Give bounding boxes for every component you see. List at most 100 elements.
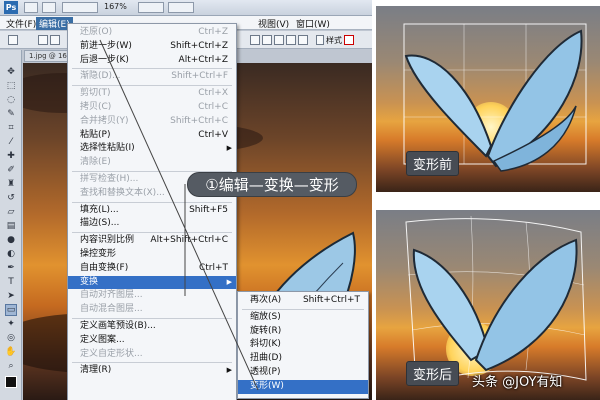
foreground-color-icon[interactable] [5, 376, 17, 388]
eyedropper-tool-icon[interactable]: ⁄ [5, 136, 17, 148]
edit-menu-item[interactable]: 后退一步(K) Alt+Ctrl+Z [68, 54, 236, 68]
edit-menu-item[interactable]: 粘贴(P) Ctrl+V [68, 129, 236, 143]
new-selection-icon[interactable] [38, 35, 48, 45]
menu-item-label: 拼写检查(H)... [80, 174, 139, 184]
zoom-level[interactable]: 167% [104, 2, 127, 11]
ps-logo: Ps [4, 1, 18, 14]
type-tool-icon[interactable]: T [5, 276, 17, 288]
menu-view[interactable]: 视图(V) [258, 17, 289, 30]
edit-menu-item[interactable]: 选择性粘贴(I) ▶ [68, 142, 236, 156]
edit-menu-item[interactable]: 拷贝(C) Ctrl+C [68, 101, 236, 115]
transform-submenu-item[interactable]: 变形(W) [238, 379, 368, 394]
healing-tool-icon[interactable]: ✚ [5, 150, 17, 162]
edit-menu-item[interactable]: 合并拷贝(Y) Shift+Ctrl+C [68, 115, 236, 129]
before-label: 变形前 [406, 151, 460, 176]
edit-menu: 还原(O) Ctrl+Z 前进一步(W) Shift+Ctrl+Z 后退一步(K) Alt… [67, 23, 237, 400]
3d-camera-tool-icon[interactable]: ◎ [5, 332, 17, 344]
edit-menu-item[interactable]: 内容识别比例 Alt+Shift+Ctrl+C [68, 234, 236, 248]
photoshop-window: Ps 167% 文件(F) 编辑(E) 视图(V) 窗口(W) 样式 ✥ ⬚ ◌… [0, 0, 372, 400]
eraser-tool-icon[interactable]: ▱ [5, 206, 17, 218]
menu-item-label: 填充(L)... [80, 204, 119, 215]
edit-menu-item[interactable]: 剪切(T) Ctrl+X [68, 87, 236, 101]
brush-tool-icon[interactable]: ✐ [5, 164, 17, 176]
edit-menu-item[interactable]: 自由变换(F) Ctrl+T [68, 262, 236, 276]
menu-item-label: 描边(S)... [80, 218, 120, 229]
blur-tool-icon[interactable]: ● [5, 234, 17, 246]
add-selection-icon[interactable] [50, 35, 60, 45]
menu-item-label: 还原(O) [80, 27, 113, 37]
view-extras-dropdown[interactable] [62, 2, 98, 13]
edit-menu-item[interactable]: 定义自定形状... [68, 348, 236, 362]
align-left-icon[interactable] [250, 35, 260, 45]
history-brush-tool-icon[interactable]: ↺ [5, 192, 17, 204]
style-swatch-icon[interactable] [316, 35, 324, 45]
edit-menu-item[interactable]: 清理(R) ▶ [68, 364, 236, 378]
edit-menu-item[interactable]: 还原(O) Ctrl+Z [68, 26, 236, 40]
submenu-arrow-icon: ▶ [226, 144, 232, 153]
edit-menu-item[interactable]: 自动对齐图层... [68, 289, 236, 303]
edit-menu-item[interactable]: 前进一步(W) Shift+Ctrl+Z [68, 40, 236, 54]
transform-submenu-item[interactable]: 透视(P) [238, 366, 368, 380]
3d-rotate-tool-icon[interactable]: ✦ [5, 318, 17, 330]
no-style-icon[interactable] [344, 35, 354, 45]
menu-item-label: 自动混合图层... [80, 304, 143, 315]
menu-separator [72, 68, 232, 70]
edit-menu-item[interactable]: 自动混合图层... [68, 303, 236, 317]
menu-item-shortcut: Shift+Ctrl+C [170, 115, 228, 126]
edit-menu-item[interactable]: 渐隐(D)... Shift+Ctrl+F [68, 70, 236, 84]
menu-item-label: 拷贝(C) [80, 102, 112, 112]
crop-tool-icon[interactable]: ⌗ [5, 122, 17, 134]
edit-menu-item[interactable]: 定义图案... [68, 334, 236, 348]
edit-menu-item[interactable]: 变换 ▶ [68, 275, 236, 290]
menu-item-shortcut: Shift+Ctrl+Z [170, 40, 228, 51]
bridge-button[interactable] [24, 2, 38, 13]
align-right-icon[interactable] [274, 35, 284, 45]
edit-menu-item[interactable]: 填充(L)... Shift+F5 [68, 204, 236, 218]
zoom-tool-icon[interactable]: ⌕ [5, 360, 17, 372]
watermark-text: 头条 @JOY有知 [472, 375, 563, 390]
move-tool-icon[interactable]: ✥ [5, 66, 17, 78]
distribute-v-icon[interactable] [298, 35, 308, 45]
align-center-icon[interactable] [262, 35, 272, 45]
edit-menu-item[interactable]: 定义画笔预设(B)... [68, 320, 236, 334]
arrange-docs-dropdown[interactable] [138, 2, 164, 13]
menu-item-label: 清除(E) [80, 157, 111, 168]
edit-menu-item[interactable]: 清除(E) [68, 156, 236, 170]
minibridge-button[interactable] [42, 2, 56, 13]
after-label: 变形后 [406, 361, 460, 386]
menu-item-shortcut: Ctrl+Z [198, 27, 228, 37]
menu-window[interactable]: 窗口(W) [296, 17, 330, 30]
menu-item-label: 查找和替换文本(X)... [80, 187, 165, 198]
distribute-icon[interactable] [286, 35, 296, 45]
screen-mode-dropdown[interactable] [168, 2, 194, 13]
transform-submenu-item[interactable]: 再次(A) Shift+Ctrl+T [238, 294, 368, 308]
menu-item-label: 斜切(K) [250, 339, 281, 350]
edit-menu-item[interactable]: 描边(S)... [68, 217, 236, 231]
path-select-tool-icon[interactable]: ➤ [5, 290, 17, 302]
menu-item-label: 合并拷贝(Y) [80, 115, 129, 126]
lasso-tool-icon[interactable]: ◌ [5, 94, 17, 106]
stamp-tool-icon[interactable]: ♜ [5, 178, 17, 190]
menu-file[interactable]: 文件(F) [6, 17, 36, 30]
transform-submenu-item[interactable]: 旋转(R) [238, 325, 368, 339]
submenu-arrow-icon: ▶ [226, 366, 232, 375]
hand-tool-icon[interactable]: ✋ [5, 346, 17, 358]
dodge-tool-icon[interactable]: ◐ [5, 248, 17, 260]
quick-select-tool-icon[interactable]: ✎ [5, 108, 17, 120]
menu-item-label: 再次(A) [250, 295, 282, 305]
transform-submenu-item[interactable]: 斜切(K) [238, 338, 368, 352]
tool-preset-icon[interactable] [8, 35, 18, 45]
style-label: 样式 [326, 36, 342, 45]
edit-menu-item[interactable]: 操控变形 [68, 248, 236, 262]
menu-item-label: 自动对齐图层... [80, 290, 143, 301]
menu-item-label: 变换 [80, 276, 99, 287]
before-image: 变形前 [376, 6, 600, 192]
shape-tool-icon[interactable]: ▭ [5, 304, 17, 316]
menu-item-label: 清理(R) [80, 365, 112, 376]
transform-submenu-item[interactable]: 扭曲(D) [238, 352, 368, 366]
marquee-tool-icon[interactable]: ⬚ [5, 80, 17, 92]
menu-item-label: 后退一步(K) [80, 54, 129, 65]
transform-submenu-item[interactable]: 缩放(S) [238, 311, 368, 325]
pen-tool-icon[interactable]: ✒ [5, 262, 17, 274]
gradient-tool-icon[interactable]: ▤ [5, 220, 17, 232]
